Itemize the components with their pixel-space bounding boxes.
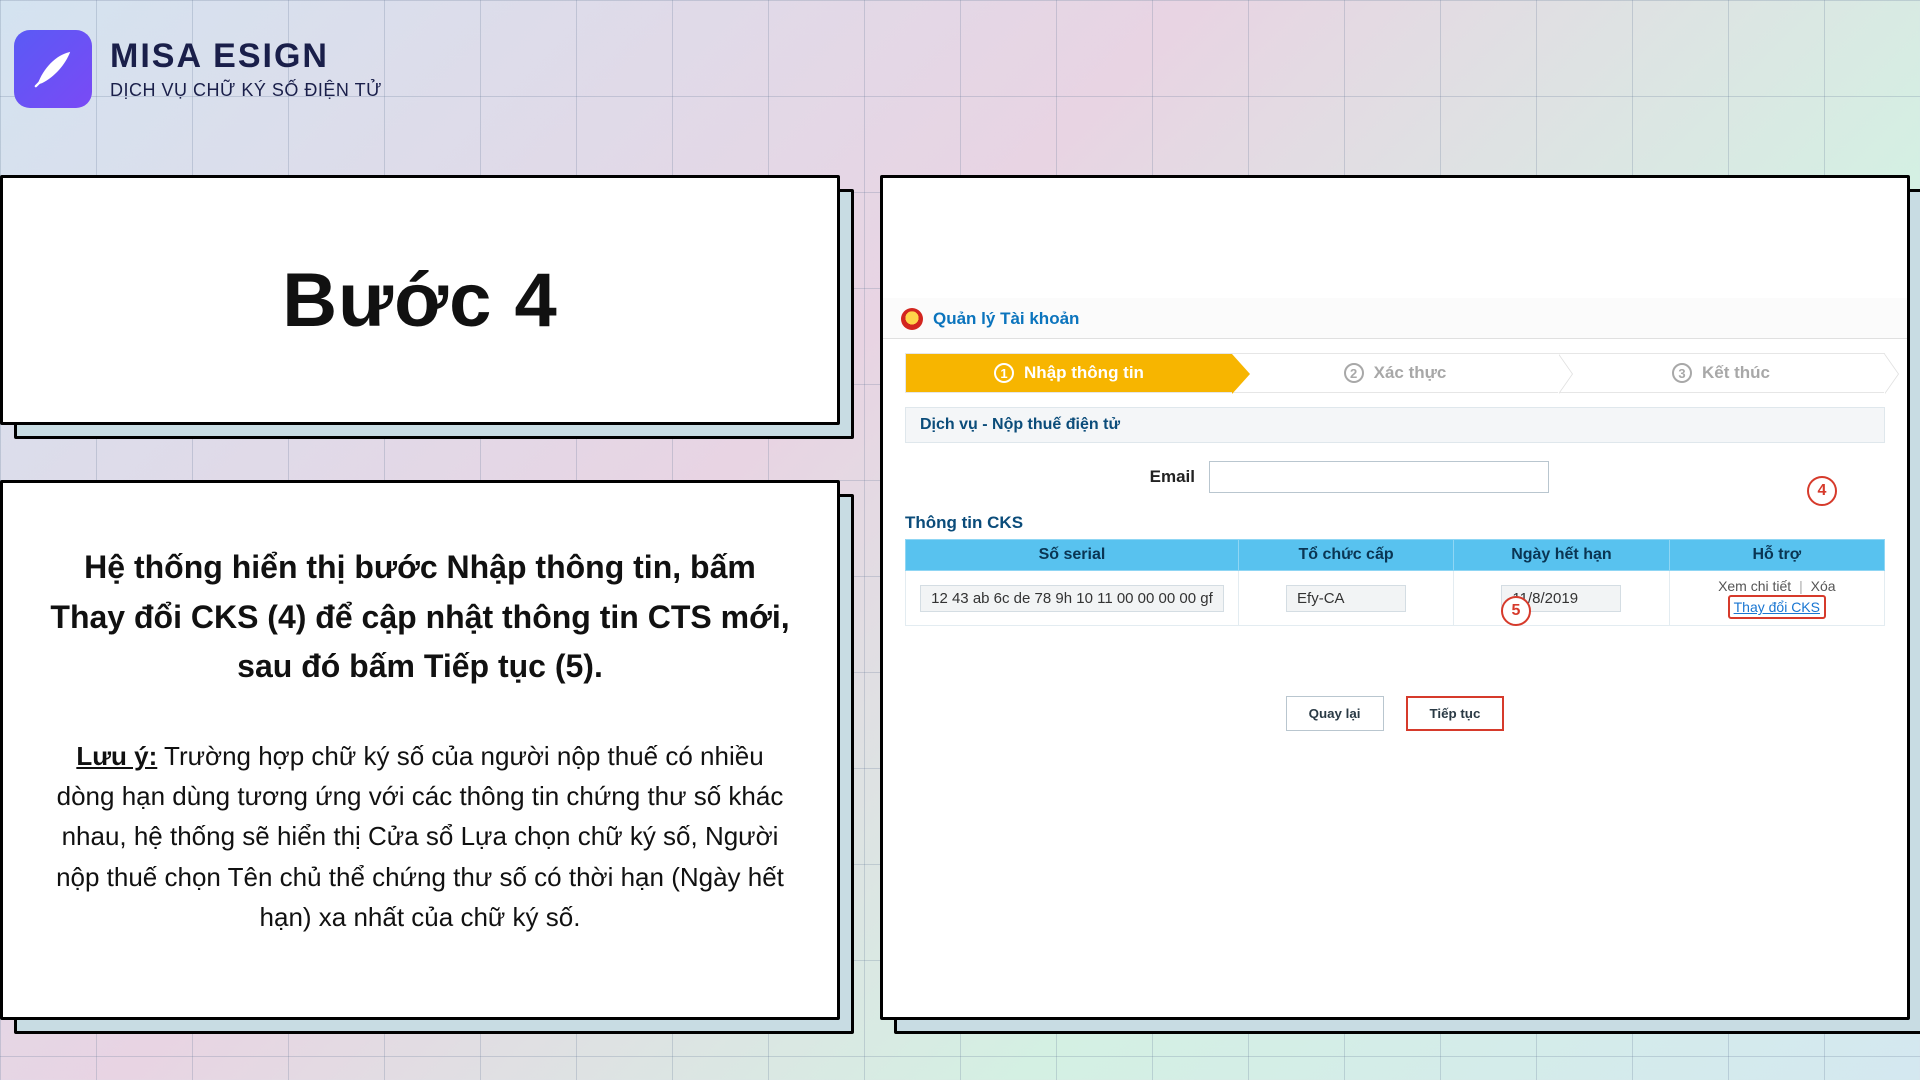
step-label-2: Xác thực (1374, 363, 1447, 383)
step-title: Bước 4 (282, 257, 558, 344)
screenshot-card: Quản lý Tài khoản 1 Nhập thông tin 2 Xác… (880, 175, 1910, 1020)
step-note: Lưu ý: Trường hợp chữ ký số của người nộ… (49, 736, 791, 937)
emblem-icon (901, 308, 923, 330)
step-body-card: Hệ thống hiển thị bước Nhập thông tin, b… (0, 480, 840, 1020)
col-issuer: Tổ chức cấp (1238, 540, 1453, 571)
link-view-detail[interactable]: Xem chi tiết (1718, 578, 1791, 594)
step-title-card: Bước 4 (0, 175, 840, 425)
brand-tagline: DỊCH VỤ CHỮ KÝ SỐ ĐIỆN TỬ (110, 80, 382, 101)
next-button[interactable]: Tiếp tục (1406, 696, 1505, 731)
step-number-2: 2 (1344, 363, 1364, 383)
step-number-3: 3 (1672, 363, 1692, 383)
brand-logo (14, 30, 92, 108)
breadcrumb-step-2[interactable]: 2 Xác thực (1232, 354, 1558, 392)
support-links: Xem chi tiết | Xóa Thay đổi CKS (1678, 577, 1876, 619)
breadcrumb-step-3[interactable]: 3 Kết thúc (1558, 354, 1884, 392)
service-header: Dịch vụ - Nộp thuế điện tử (905, 407, 1885, 443)
email-input[interactable] (1209, 461, 1549, 493)
callout-4: 4 (1807, 476, 1837, 506)
breadcrumb: 1 Nhập thông tin 2 Xác thực 3 Kết thúc (905, 353, 1885, 393)
step-number-1: 1 (994, 363, 1014, 383)
note-body: Trường hợp chữ ký số của người nộp thuế … (56, 741, 784, 932)
col-support: Hỗ trợ (1669, 540, 1884, 571)
table-row: 12 43 ab 6c de 78 9h 10 11 00 00 00 00 g… (906, 571, 1885, 626)
email-row: Email (905, 461, 1885, 493)
col-expiry: Ngày hết hạn (1454, 540, 1669, 571)
link-delete[interactable]: Xóa (1811, 578, 1836, 594)
panel-title-bar: Quản lý Tài khoản (883, 298, 1907, 339)
col-serial: Số serial (906, 540, 1239, 571)
brand-name: MISA ESIGN (110, 37, 382, 76)
cks-heading: Thông tin CKS (905, 513, 1885, 533)
button-row: Quay lại Tiếp tục (883, 696, 1907, 731)
step-instruction: Hệ thống hiển thị bước Nhập thông tin, b… (49, 543, 791, 692)
step-label-3: Kết thúc (1702, 363, 1770, 383)
brand-block: MISA ESIGN DỊCH VỤ CHỮ KÝ SỐ ĐIỆN TỬ (14, 30, 382, 108)
email-label: Email (1135, 467, 1195, 487)
back-button[interactable]: Quay lại (1286, 696, 1384, 731)
tax-portal: Quản lý Tài khoản 1 Nhập thông tin 2 Xác… (883, 178, 1907, 731)
link-change-cks[interactable]: Thay đổi CKS (1728, 595, 1826, 619)
panel-title: Quản lý Tài khoản (933, 309, 1079, 329)
note-label: Lưu ý: (76, 741, 157, 771)
step-label-1: Nhập thông tin (1024, 363, 1144, 383)
quill-icon (28, 44, 78, 94)
callout-5: 5 (1501, 596, 1531, 626)
brand-text: MISA ESIGN DỊCH VỤ CHỮ KÝ SỐ ĐIỆN TỬ (110, 37, 382, 101)
separator: | (1795, 578, 1807, 594)
cks-table: Số serial Tổ chức cấp Ngày hết hạn Hỗ tr… (905, 539, 1885, 626)
breadcrumb-step-1[interactable]: 1 Nhập thông tin (906, 354, 1232, 392)
cell-serial: 12 43 ab 6c de 78 9h 10 11 00 00 00 00 g… (920, 585, 1224, 612)
cell-issuer: Efy-CA (1286, 585, 1406, 612)
